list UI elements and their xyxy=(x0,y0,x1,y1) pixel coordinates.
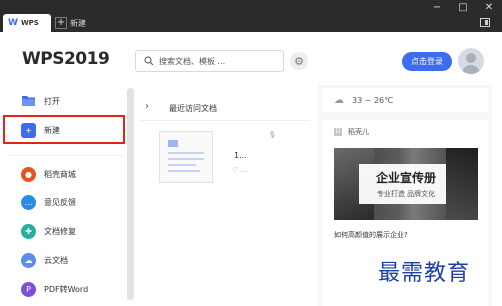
nav-label-doc-repair: 文档修复 xyxy=(44,226,76,236)
nav-item-feedback[interactable]: … 意见反馈 xyxy=(21,193,76,211)
recent-doc-name[interactable]: 1... xyxy=(234,151,247,160)
nav-label-pdf-to-word: PDF转Word xyxy=(44,284,89,294)
tab-new[interactable]: + 新建 xyxy=(55,16,86,30)
plus-square-icon: + xyxy=(21,122,36,138)
nav-item-daoke-mall[interactable]: ● 稻壳商城 xyxy=(21,165,76,183)
panel-toggle-icon[interactable] xyxy=(480,18,490,27)
wps2019-logo: WPS2019 xyxy=(22,49,110,69)
promo-banner[interactable]: 企业宣传册 专业打造 品牌文化 xyxy=(334,148,478,220)
banner-title: 企业宣传册 xyxy=(375,171,436,185)
maximize-icon[interactable]: □ xyxy=(454,1,472,14)
nav-item-open[interactable]: 打开 xyxy=(21,92,60,110)
recent-doc-meta: ♡ ... xyxy=(232,166,248,174)
nav-label-new: 新建 xyxy=(44,125,60,135)
tab-home[interactable]: W WPS xyxy=(3,14,51,32)
cloud-weather-icon: ☁ xyxy=(334,94,344,106)
watermark: 最需教育 xyxy=(378,261,471,286)
pin-small-icon: ♡ xyxy=(232,166,239,174)
daoke-label: 稻壳儿 xyxy=(348,128,369,136)
tab-new-label: 新建 xyxy=(70,18,86,28)
cloud-icon: ☁ xyxy=(21,252,36,268)
recent-divider xyxy=(140,120,310,121)
search-icon xyxy=(144,56,154,66)
nav-label-open: 打开 xyxy=(44,96,60,106)
recent-doc-thumbnail[interactable] xyxy=(159,131,213,183)
scrollbar[interactable] xyxy=(127,88,134,300)
nav-label-cloud-docs: 云文档 xyxy=(44,255,68,265)
nav-item-pdf-to-word[interactable]: P PDF转Word xyxy=(21,280,88,298)
settings-gear-icon[interactable]: ⚙ xyxy=(290,52,308,70)
search-box[interactable] xyxy=(135,50,284,72)
chat-bubble-icon: … xyxy=(21,194,36,210)
banner-text-box: 企业宣传册 专业打造 品牌文化 xyxy=(359,164,453,204)
nav-item-new[interactable]: + 新建 xyxy=(21,121,60,139)
banner-subtitle: 专业打造 品牌文化 xyxy=(376,190,436,198)
login-button[interactable]: 点击登录 xyxy=(402,52,452,71)
folder-icon xyxy=(21,94,36,109)
daoke-icon: ● xyxy=(21,166,36,182)
avatar[interactable] xyxy=(458,48,484,74)
nav-label-daoke-mall: 稻壳商城 xyxy=(44,169,76,179)
title-bar: W WPS + 新建 − □ ✕ xyxy=(0,0,502,32)
tab-home-label: WPS xyxy=(20,19,39,27)
weather-text: 33 ~ 26℃ xyxy=(352,95,394,105)
banner-caption[interactable]: 如何高颜值的展示企业? xyxy=(334,230,408,240)
nav-item-doc-repair[interactable]: ✚ 文档修复 xyxy=(21,222,76,240)
close-icon[interactable]: ✕ xyxy=(480,1,498,14)
nav-item-cloud-docs[interactable]: ☁ 云文档 xyxy=(21,251,68,269)
pin-icon[interactable]: ✎ xyxy=(266,130,278,142)
nav-divider xyxy=(8,155,123,156)
daoke-logo-icon: D xyxy=(334,128,342,136)
recent-docs-title: 最近访问文档 xyxy=(169,104,217,113)
repair-icon: ✚ xyxy=(21,223,36,239)
daoke-header: D 稻壳儿 xyxy=(334,127,369,137)
minimize-icon[interactable]: − xyxy=(428,1,446,14)
chevron-right-icon[interactable]: › xyxy=(145,101,149,112)
nav-label-feedback: 意见反馈 xyxy=(44,197,76,207)
wps-logo-icon: W xyxy=(8,18,18,28)
search-input[interactable] xyxy=(159,56,279,66)
weather-widget[interactable]: ☁ 33 ~ 26℃ xyxy=(322,88,488,112)
plus-icon[interactable]: + xyxy=(55,17,67,29)
pdf-icon: P xyxy=(21,281,36,297)
